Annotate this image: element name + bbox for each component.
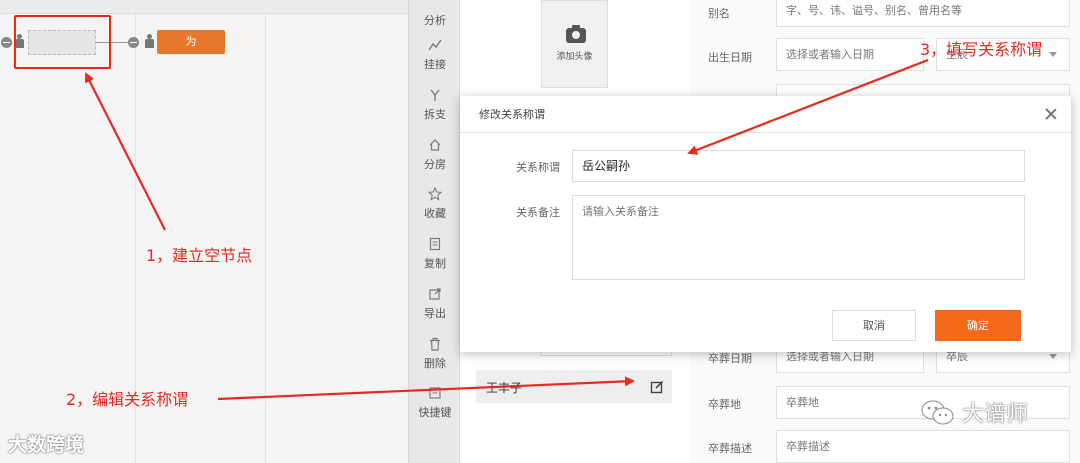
copy-icon xyxy=(428,237,442,251)
close-icon[interactable] xyxy=(1045,108,1057,120)
confirm-button[interactable]: 确定 xyxy=(935,310,1021,341)
annotation-step-2: 2，编辑关系称谓 xyxy=(66,390,189,409)
toolbar-item-export[interactable]: 导出 xyxy=(409,287,461,335)
toolbar-label: 导出 xyxy=(424,307,446,320)
star-icon xyxy=(427,186,443,201)
trash-icon xyxy=(428,337,442,351)
cancel-button[interactable]: 取消 xyxy=(832,310,916,341)
home-icon xyxy=(428,138,442,152)
burial-place-label: 卒葬地 xyxy=(708,398,741,411)
dialog-title: 修改关系称谓 xyxy=(479,108,545,121)
toolbar-item-link[interactable]: 挂接 xyxy=(409,38,461,86)
burial-date-label: 卒葬日期 xyxy=(708,352,752,365)
relation-title-input[interactable]: 岳公嗣孙 xyxy=(572,150,1025,182)
person-name: 王丰子 xyxy=(486,381,523,395)
collapse-icon[interactable] xyxy=(128,37,139,48)
add-avatar-label: 添加头像 xyxy=(556,52,593,62)
person-list-item[interactable]: 王丰子 xyxy=(476,370,672,403)
watermark-right: 大谱师 xyxy=(962,402,1029,427)
toolbar-label: 快捷键 xyxy=(418,406,452,419)
toolbar-item-delete[interactable]: 删除 xyxy=(409,337,461,385)
tree-node[interactable]: 为 xyxy=(157,30,225,54)
relation-note-label: 关系备注 xyxy=(516,206,560,219)
toolbar-item-star[interactable]: 收藏 xyxy=(409,186,461,235)
alias-label: 别名 xyxy=(708,7,730,20)
shortcut-icon xyxy=(428,386,442,400)
alias-input[interactable]: 字、号、讳、谥号、别名、曾用名等 xyxy=(776,0,1070,27)
toolbar-label: 删除 xyxy=(424,357,446,370)
relation-note-textarea[interactable] xyxy=(572,195,1025,280)
toolbar-item-analysis[interactable]: 分析 xyxy=(409,0,461,42)
vertical-toolbar: 分析 挂接 拆支 分房 收藏 复制 导出 删除 快捷键 xyxy=(408,0,460,463)
burial-desc-input[interactable]: 卒葬描述 xyxy=(776,430,1070,463)
generation-divider xyxy=(265,14,266,463)
watermark-left: 大数跨境 xyxy=(8,434,85,456)
toolbar-item-home[interactable]: 分房 xyxy=(409,138,461,186)
family-tree-canvas[interactable]: 为 xyxy=(0,0,408,463)
canvas-generation-header xyxy=(0,0,408,14)
link-icon xyxy=(428,38,442,52)
edit-icon[interactable] xyxy=(650,379,664,394)
edit-relation-dialog: 修改关系称谓 关系称谓 岳公嗣孙 关系备注 取消 确定 xyxy=(460,96,1071,352)
analysis-icon xyxy=(428,0,442,8)
add-avatar-button[interactable]: 添加头像 xyxy=(541,0,608,88)
birth-date-label: 出生日期 xyxy=(708,51,752,64)
wechat-icon xyxy=(921,400,954,425)
toolbar-item-copy[interactable]: 复制 xyxy=(409,237,461,285)
toolbar-item-split-branch[interactable]: 拆支 xyxy=(409,88,461,136)
toolbar-label: 收藏 xyxy=(424,207,446,220)
birth-date-input[interactable]: 选择或者输入日期 xyxy=(776,38,924,71)
annotation-step-3: 3，填写关系称谓 xyxy=(920,40,1043,59)
relation-title-label: 关系称谓 xyxy=(516,161,560,174)
collapse-icon[interactable] xyxy=(1,37,12,48)
camera-icon xyxy=(566,25,586,43)
toolbar-label: 拆支 xyxy=(424,108,446,121)
split-branch-icon xyxy=(428,88,442,102)
toolbar-item-shortcuts[interactable]: 快捷键 xyxy=(409,386,461,434)
toolbar-label: 复制 xyxy=(424,257,446,270)
export-icon xyxy=(428,287,442,301)
burial-desc-label: 卒葬描述 xyxy=(708,442,752,455)
person-icon xyxy=(145,34,154,48)
highlight-box xyxy=(14,15,111,69)
annotation-step-1: 1，建立空节点 xyxy=(146,246,253,265)
toolbar-label: 挂接 xyxy=(424,58,446,71)
toolbar-label: 分房 xyxy=(424,158,446,171)
dialog-divider xyxy=(460,132,1071,133)
toolbar-label: 分析 xyxy=(424,14,446,27)
